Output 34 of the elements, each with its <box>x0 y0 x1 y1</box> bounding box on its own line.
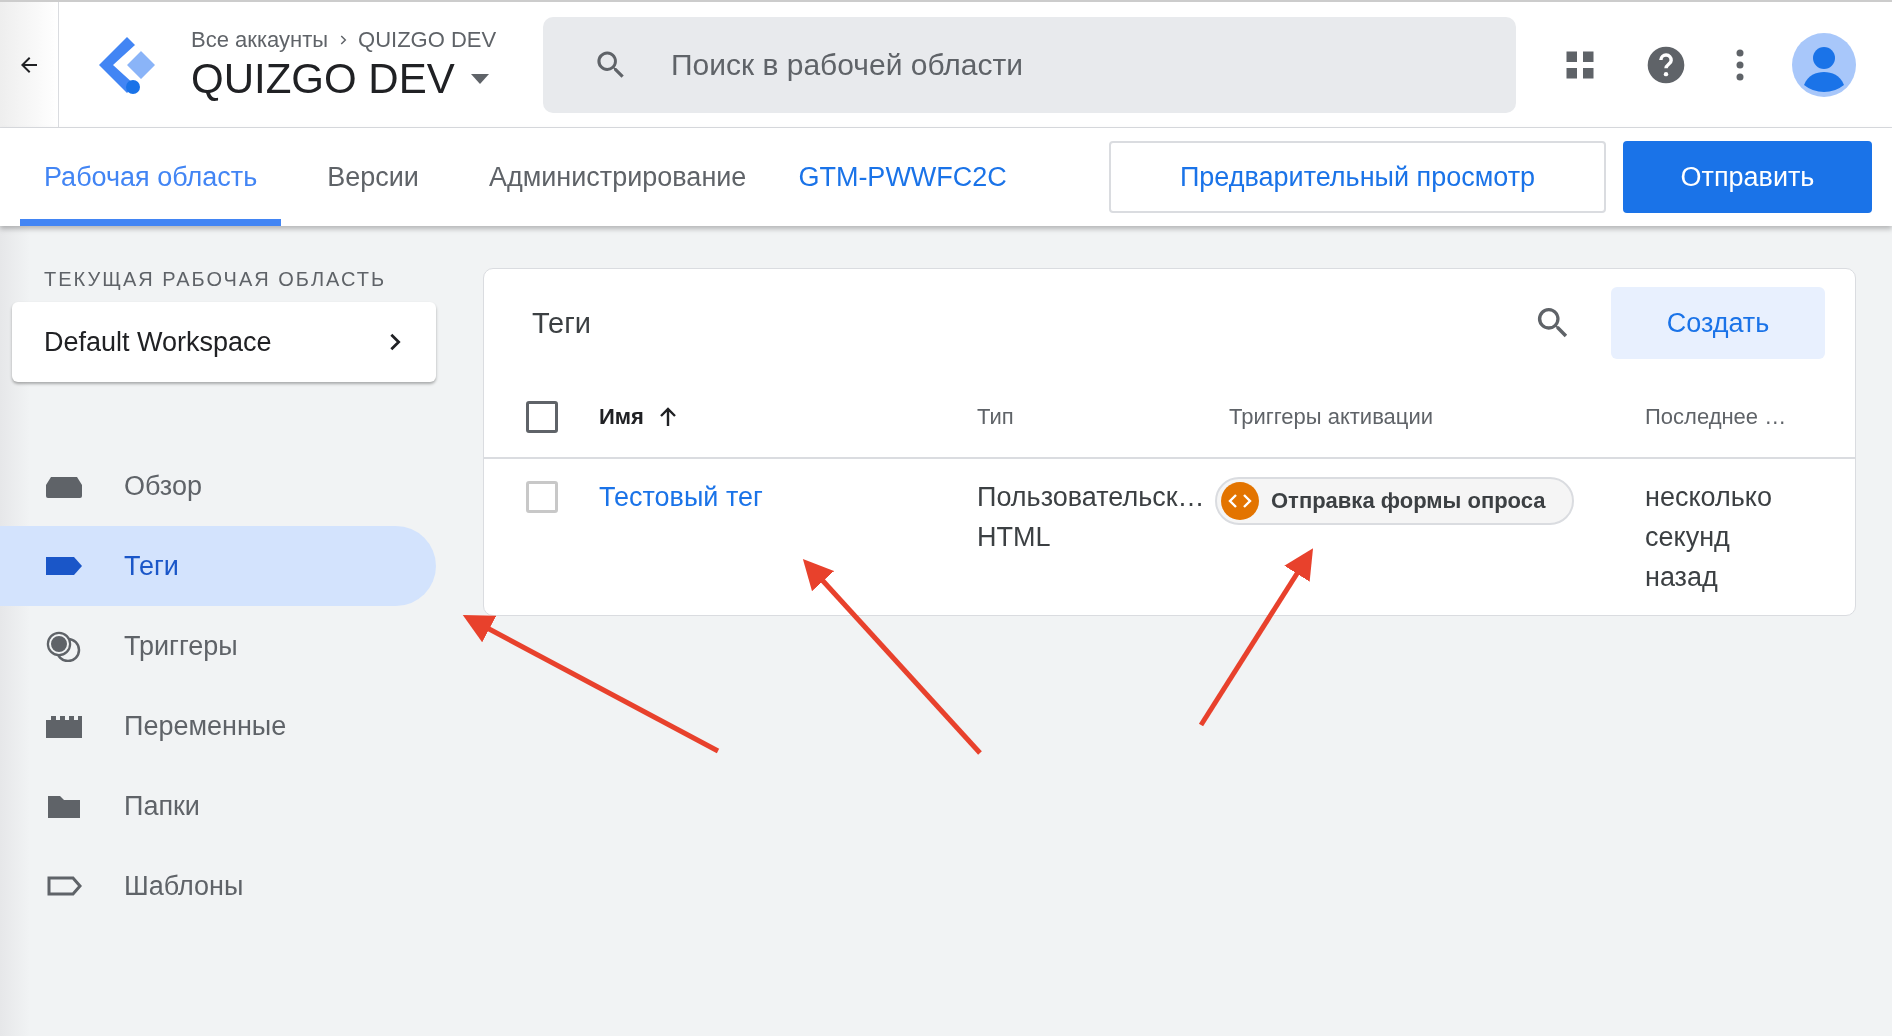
sidebar-item[interactable]: Теги <box>0 526 436 606</box>
sidebar-item[interactable]: Шаблоны <box>0 846 436 926</box>
preview-button[interactable]: Предварительный просмотр <box>1109 141 1606 213</box>
column-header[interactable]: Имя <box>599 404 644 430</box>
table-cell-text: секунд <box>1645 521 1731 554</box>
container-id-link[interactable]: GTM-PWWFC2C <box>798 161 1007 193</box>
dropdown-caret-icon[interactable] <box>468 72 491 85</box>
create-button[interactable]: Создать <box>1611 287 1825 359</box>
submit-button[interactable]: Отправить <box>1623 141 1872 213</box>
column-header: Тип <box>977 404 1014 429</box>
column-header: Триггеры активации <box>1229 404 1433 429</box>
sidebar-item[interactable]: Папки <box>0 766 436 846</box>
tag-name-link[interactable]: Тестовый тег <box>599 482 763 512</box>
breadcrumb-link[interactable]: Все аккаунты <box>191 26 329 53</box>
table-cell-text: назад <box>1645 561 1719 594</box>
container-name[interactable]: QUIZGO DEV <box>191 54 455 103</box>
avatar-icon[interactable] <box>1792 32 1856 97</box>
sidebar-item[interactable]: Обзор <box>0 446 436 526</box>
sidebar-item[interactable]: Переменные <box>0 686 436 766</box>
column-header: Последнее … <box>1645 404 1787 429</box>
select-all-checkbox[interactable] <box>525 401 558 433</box>
nav-tab[interactable]: Администрирование <box>464 128 771 226</box>
table-cell-text: несколько <box>1645 481 1773 514</box>
search-field[interactable]: Поиск в рабочей области <box>543 16 1516 113</box>
nav-tab[interactable]: Версии <box>303 128 443 226</box>
card-title: Теги <box>532 306 592 340</box>
sidebar-item[interactable]: Триггеры <box>0 606 436 686</box>
row-checkbox[interactable] <box>525 481 558 513</box>
table-cell-text: Пользовательск… <box>977 481 1206 514</box>
workspace-selector[interactable]: Default Workspace <box>12 302 436 382</box>
section-label: ТЕКУЩАЯ РАБОЧАЯ ОБЛАСТЬ <box>43 268 388 292</box>
table-cell-text: HTML <box>977 521 1052 554</box>
trigger-chip[interactable]: Отправка формы опроса <box>1215 477 1574 525</box>
breadcrumb-current: QUIZGO DEV <box>358 26 497 53</box>
